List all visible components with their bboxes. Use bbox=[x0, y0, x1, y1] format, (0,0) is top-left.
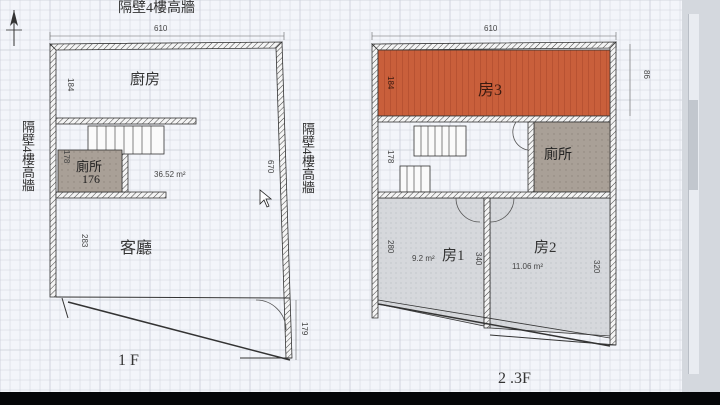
vertical-scrollbar[interactable] bbox=[688, 14, 699, 374]
living-room-dim: 283 bbox=[80, 234, 89, 248]
living-room-label: 客廳 bbox=[120, 240, 153, 257]
floor1-right-neighbor-label: 隔壁4樓高牆 bbox=[300, 122, 315, 194]
north-arrow-icon bbox=[6, 10, 22, 46]
floor23-stairs bbox=[399, 125, 467, 193]
floor1-width-dim: 610 bbox=[154, 24, 168, 33]
floor1-entrance-door bbox=[255, 299, 287, 331]
floor1-toilet-wall bbox=[121, 149, 129, 193]
room1-label: 房1 bbox=[442, 248, 465, 264]
floor-plan-drawing[interactable] bbox=[0, 0, 682, 392]
floor1-area-label: 36.52 m² bbox=[154, 170, 186, 179]
floor1-wall-left bbox=[49, 43, 57, 298]
floor1-bottom-dim: 179 bbox=[300, 322, 309, 336]
floor23-bottom-line bbox=[489, 334, 617, 346]
floor1-stair-wall-bottom bbox=[55, 191, 167, 199]
scrollbar-thumb[interactable] bbox=[689, 100, 698, 190]
floor23-wall-top bbox=[371, 41, 617, 51]
floor23-label: 2 .3F bbox=[498, 370, 531, 387]
room3-dim: 184 bbox=[386, 76, 395, 90]
room3-label: 房3 bbox=[478, 82, 503, 99]
drawing-canvas[interactable]: 隔壁4樓高牆 610 隔壁4樓高牆 隔壁4樓高牆 670 廚房 184 廁所 1… bbox=[0, 0, 682, 392]
floor1-front-line-left bbox=[61, 297, 69, 319]
room2-area-label: 11.06 m² bbox=[512, 262, 543, 271]
floor23-toilet-door bbox=[512, 121, 529, 151]
room2-dim: 320 bbox=[592, 260, 601, 274]
floor1-toilet-dim: 178 bbox=[62, 150, 71, 164]
kitchen-dim: 184 bbox=[66, 78, 75, 92]
floor23-width-dim: 610 bbox=[484, 24, 498, 33]
floor23-wall-right bbox=[609, 41, 617, 346]
kitchen-label: 廚房 bbox=[130, 72, 161, 88]
monitor-bezel bbox=[0, 392, 720, 405]
floor1-toilet-extra-dim: 176 bbox=[82, 172, 100, 186]
room1-dim: 280 bbox=[386, 240, 395, 254]
floor1-label: 1 F bbox=[118, 352, 139, 369]
room2-label: 房2 bbox=[534, 240, 557, 256]
mouse-cursor-icon bbox=[259, 189, 273, 208]
room1-area-label: 9.2 m² bbox=[412, 254, 435, 263]
floor23-wall-left bbox=[371, 43, 379, 319]
screen: 隔壁4樓高牆 610 隔壁4樓高牆 隔壁4樓高牆 670 廚房 184 廁所 1… bbox=[0, 0, 720, 405]
room3-wall-bottom bbox=[377, 115, 611, 123]
rooms-divider-wall bbox=[483, 197, 491, 329]
floor1-front-line-slant bbox=[67, 301, 291, 361]
rooms-wall-top bbox=[377, 191, 611, 199]
floor1-plan bbox=[49, 41, 293, 361]
floor23-hall-dim: 178 bbox=[386, 150, 395, 164]
floor23-toilet-wall bbox=[527, 121, 535, 193]
room3-right-dim: 86 bbox=[642, 70, 651, 79]
floor1-wall-top bbox=[49, 41, 283, 51]
floor1-right-dim: 670 bbox=[266, 160, 275, 174]
floor23-toilet-label: 廁所 bbox=[544, 148, 572, 163]
floor1-left-neighbor-label: 隔壁4樓高牆 bbox=[20, 120, 35, 192]
floor1-front-line-top bbox=[55, 296, 291, 299]
mid-dim: 340 bbox=[474, 252, 483, 266]
floor1-top-neighbor-label: 隔壁4樓高牆 bbox=[118, 1, 195, 16]
floor1-kitchen-wall bbox=[55, 117, 197, 125]
